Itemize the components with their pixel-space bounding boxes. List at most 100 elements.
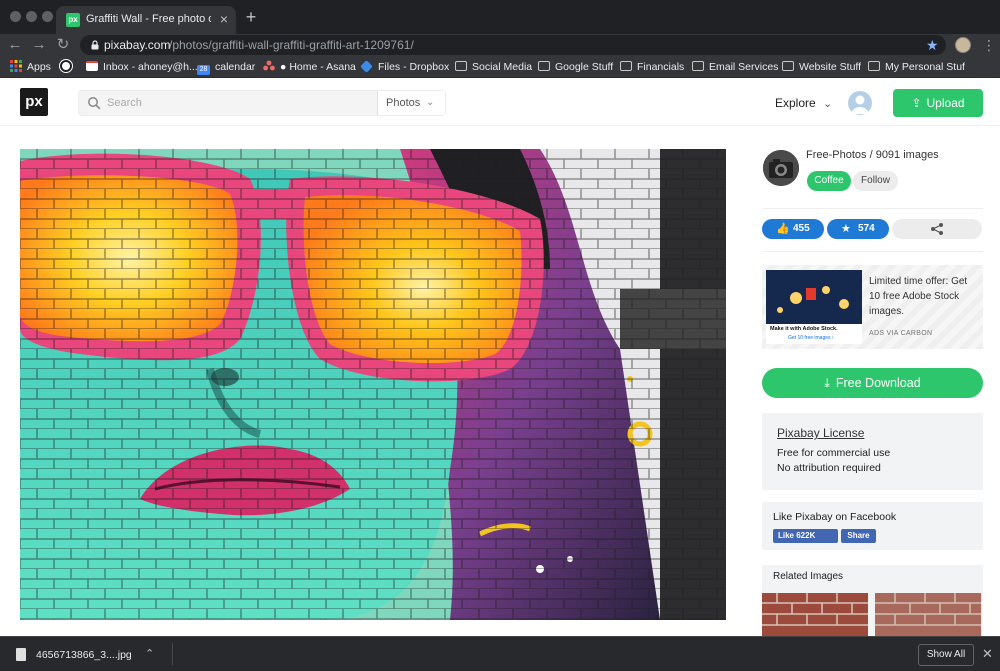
folder-icon [782, 61, 794, 71]
bookmark-star-icon[interactable]: ★ [926, 37, 939, 53]
browser-menu-icon[interactable]: ⋮ [982, 36, 996, 54]
brick-wall-thumbnail [875, 593, 981, 637]
facebook-title: Like Pixabay on Facebook [773, 511, 897, 523]
new-tab-icon[interactable]: + [242, 8, 260, 26]
reload-icon[interactable]: ↻ [54, 36, 72, 54]
download-label: Free Download [835, 376, 921, 390]
dropbox-icon [360, 60, 373, 73]
search-input[interactable] [107, 94, 367, 112]
explore-menu[interactable]: Explore ⌄ [775, 96, 832, 110]
upload-button[interactable]: ⇪ Upload [893, 89, 983, 117]
forward-arrow-icon[interactable]: → [30, 36, 48, 54]
download-file-name[interactable]: 4656713866_3....jpg [36, 649, 132, 661]
tab-title: Graffiti Wall - Free photo on Pixabay [86, 13, 211, 25]
window-close-dot[interactable] [10, 11, 21, 22]
favorite-button[interactable]: ★ 574 [827, 219, 889, 239]
bookmark-folder-google-stuff[interactable]: Google Stuff [538, 60, 613, 74]
adobe-stock-ad-image [766, 270, 862, 344]
divider [172, 643, 173, 665]
calendar-icon: 28 [197, 65, 210, 75]
coffee-button[interactable]: Coffee [807, 171, 851, 191]
bookmark-calendar[interactable]: 28 calendar [197, 60, 255, 75]
author-name[interactable]: Free-Photos / 9091 images [806, 149, 939, 161]
bookmark-dropbox[interactable]: Files - Dropbox [360, 60, 450, 74]
back-arrow-icon[interactable]: ← [6, 36, 24, 54]
browser-tab-bar: px Graffiti Wall - Free photo on Pixabay… [0, 0, 1000, 34]
globe-icon [60, 60, 72, 72]
related-image[interactable] [762, 593, 868, 637]
bookmark-inbox[interactable]: Inbox - ahoney@h... [86, 60, 198, 74]
ad-via-carbon[interactable]: ADS VIA CARBON [869, 330, 932, 337]
folder-icon [620, 61, 632, 71]
bookmark-label: Google Stuff [555, 61, 614, 73]
bookmark-asana[interactable]: ● Home - Asana [263, 60, 356, 74]
url-host: pixabay.com [104, 38, 171, 52]
license-line-attribution: No attribution required [777, 462, 881, 474]
url-path: /photos/graffiti-wall-graffiti-graffiti-… [169, 38, 414, 52]
ad-image: Make it with Adobe Stock. Get 10 free im… [766, 270, 862, 344]
related-image[interactable] [875, 593, 981, 637]
asana-icon [263, 60, 275, 71]
user-avatar-icon[interactable] [848, 91, 872, 115]
upload-label: Upload [926, 96, 965, 110]
license-link[interactable]: Pixabay License [777, 426, 864, 440]
chevron-up-icon[interactable]: ⌃ [145, 647, 154, 660]
pixabay-logo[interactable]: px [20, 88, 48, 116]
facebook-box: Like Pixabay on Facebook Like 622K Share [762, 502, 983, 550]
search-icon [88, 97, 101, 110]
file-icon [16, 648, 26, 661]
bookmark-folder-website-stuff[interactable]: Website Stuff [782, 60, 861, 74]
ad-image-caption: Make it with Adobe Stock. [770, 326, 838, 332]
folder-icon [455, 61, 467, 71]
apps-grid-icon [10, 60, 22, 72]
address-bar[interactable]: pixabay.com /photos/graffiti-wall-graffi… [80, 35, 946, 55]
ad-text: Limited time offer: Get 10 free Adobe St… [869, 276, 968, 317]
main-photo[interactable] [20, 149, 726, 620]
bookmark-globe[interactable] [60, 60, 77, 74]
divider [763, 208, 983, 209]
like-count: 455 [793, 223, 810, 234]
folder-icon [692, 61, 704, 71]
browser-toolbar: ← → ↻ pixabay.com /photos/graffiti-wall-… [0, 34, 1000, 56]
search-type-dropdown[interactable]: Photos ⌄ [377, 91, 445, 115]
profile-avatar-icon[interactable] [955, 37, 971, 53]
free-download-button[interactable]: ⤓ Free Download [762, 368, 983, 398]
divider [763, 251, 983, 252]
close-tab-icon[interactable]: × [216, 11, 232, 27]
close-icon[interactable]: ✕ [982, 646, 993, 662]
bookmark-label: Files - Dropbox [378, 61, 450, 73]
bookmark-label: Social Media [472, 61, 533, 73]
show-all-button[interactable]: Show All [918, 644, 974, 666]
star-icon: ★ [841, 223, 851, 235]
author-avatar[interactable] [763, 150, 799, 186]
window-maximize-dot[interactable] [42, 11, 53, 22]
folder-icon [538, 61, 550, 71]
bookmark-label: Home - Asana [289, 61, 356, 73]
bookmark-label: Email Services [709, 61, 779, 73]
bookmark-folder-my-personal-stuff[interactable]: My Personal Stuf [868, 60, 965, 74]
follow-button[interactable]: Follow [853, 171, 898, 191]
bookmark-folder-financials[interactable]: Financials [620, 60, 684, 74]
bookmark-folder-social-media[interactable]: Social Media [455, 60, 532, 74]
bookmark-label: My Personal Stuf [885, 61, 965, 73]
chevron-down-icon: ⌄ [823, 98, 833, 110]
facebook-share-button[interactable]: Share [841, 529, 876, 543]
license-line-commercial: Free for commercial use [777, 447, 891, 459]
thumbs-up-icon: 👍 [776, 223, 790, 235]
browser-tab[interactable]: px Graffiti Wall - Free photo on Pixabay… [56, 6, 236, 34]
person-icon [851, 95, 869, 114]
like-button[interactable]: 👍 455 [762, 219, 824, 239]
bookmark-folder-email-services[interactable]: Email Services [692, 60, 778, 74]
pixabay-favicon-icon: px [66, 13, 80, 27]
ad-box[interactable]: Make it with Adobe Stock. Get 10 free im… [762, 265, 983, 349]
bookmarks-bar: Apps Inbox - ahoney@h... 28 calendar ● Hom… [0, 56, 1000, 78]
bookmark-label: Financials [637, 61, 685, 73]
window-minimize-dot[interactable] [26, 11, 37, 22]
facebook-like-button[interactable]: Like 622K [773, 529, 838, 543]
share-icon [931, 223, 943, 235]
share-button[interactable] [892, 219, 982, 239]
brick-wall-thumbnail [762, 593, 868, 637]
related-images: Related Images [762, 565, 983, 637]
ad-image-subcaption: Get 10 free images › [788, 335, 834, 341]
bookmark-apps[interactable]: Apps [10, 60, 51, 74]
